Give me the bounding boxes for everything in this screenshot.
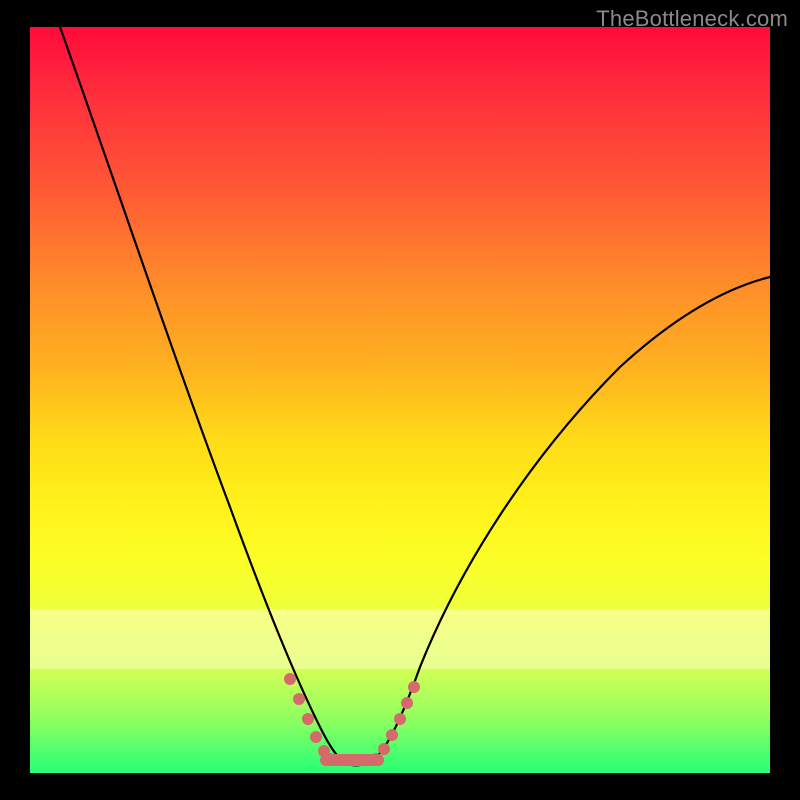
plot-area [30,27,770,773]
bottleneck-curve [60,27,770,765]
chart-frame: TheBottleneck.com [0,0,800,800]
optimal-range-dots [284,673,420,765]
watermark-text: TheBottleneck.com [596,6,788,32]
curve-layer [30,27,770,773]
